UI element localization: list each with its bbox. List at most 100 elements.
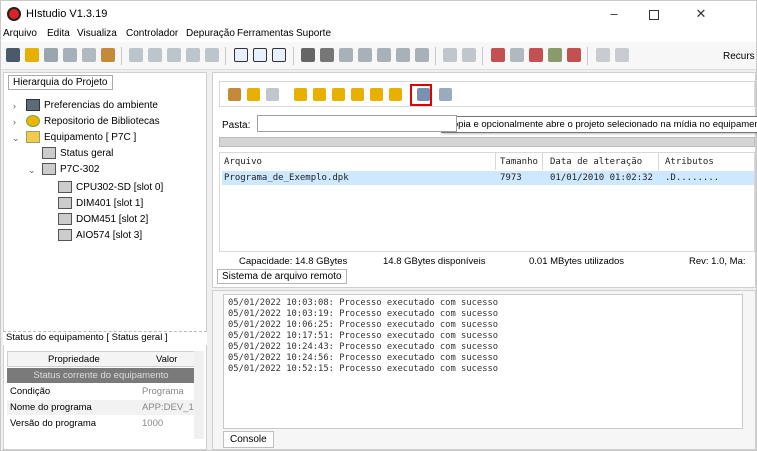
menu-controlador[interactable]: Controlador	[126, 28, 178, 39]
save-all-icon[interactable]	[63, 48, 77, 62]
chart-icon[interactable]	[548, 48, 562, 62]
table-row[interactable]: Programa_de_Exemplo.dpk 7973 01/01/2010 …	[222, 171, 754, 185]
tree-item-repositorio[interactable]: Repositorio de Bibliotecas	[44, 116, 160, 127]
new-file-icon[interactable]	[6, 48, 20, 62]
send-project-icon[interactable]	[439, 88, 452, 101]
menu-ferramentas[interactable]: Ferramentas	[237, 28, 294, 39]
device-icon	[26, 131, 40, 143]
debug-icon[interactable]	[443, 48, 457, 62]
connect-icon[interactable]	[129, 48, 143, 62]
toolbar-separator	[482, 47, 483, 65]
monitor-icon[interactable]	[358, 48, 372, 62]
upload-folder-icon[interactable]	[313, 88, 326, 101]
menu-edita[interactable]: Edita	[47, 28, 70, 39]
column-header-propriedade[interactable]: Propriedade	[48, 354, 100, 365]
download-folder-icon[interactable]	[332, 88, 345, 101]
compile-icon[interactable]	[101, 48, 115, 62]
watch-icon[interactable]	[396, 48, 410, 62]
open-file-icon[interactable]	[266, 88, 279, 101]
step-icon[interactable]	[462, 48, 476, 62]
tree-item-dim401[interactable]: DIM401 [slot 1]	[76, 198, 143, 209]
capacity-bar: Capacidade: 14.8 GBytes 14.8 GBytes disp…	[219, 256, 755, 270]
layout-icon[interactable]	[529, 48, 543, 62]
menu-bar: Arquivo Edita Visualiza Controlador Depu…	[1, 27, 756, 42]
run-icon[interactable]	[301, 48, 315, 62]
property-key: Versão do programa	[10, 418, 97, 429]
menu-visualiza[interactable]: Visualiza	[77, 28, 117, 39]
breakpoint-icon[interactable]	[491, 48, 505, 62]
save-icon[interactable]	[44, 48, 58, 62]
property-row[interactable]: Nome do programa APP:DEV_1	[7, 400, 195, 415]
tree-item-aio574[interactable]: AIO574 [slot 3]	[76, 230, 142, 241]
property-value: 1000	[142, 418, 164, 429]
project-hierarchy-tab[interactable]: Hierarquia do Projeto	[8, 75, 113, 90]
view-split-icon[interactable]	[253, 48, 267, 62]
close-button[interactable]: ✕	[681, 1, 721, 27]
print-icon[interactable]	[82, 48, 96, 62]
column-divider[interactable]	[658, 153, 659, 170]
title-bar: HIstudio V1.3.19 – ✕	[1, 1, 756, 27]
sync-icon[interactable]	[186, 48, 200, 62]
console-output[interactable]: 05/01/2022 10:03:08: Processo executado …	[223, 294, 743, 429]
tree-item-dom451[interactable]: DOM451 [slot 2]	[76, 214, 148, 225]
property-row[interactable]: Condição Programa	[7, 384, 195, 399]
tooltip: Copia e opcionalmente abre o projeto sel…	[441, 116, 757, 133]
refresh-folder-icon[interactable]	[389, 88, 402, 101]
new-folder-icon[interactable]	[247, 88, 260, 101]
bus-icon[interactable]	[567, 48, 581, 62]
copy-folder-icon[interactable]	[370, 88, 383, 101]
tree-item-preferencias[interactable]: Preferencias do ambiente	[44, 100, 158, 111]
column-divider[interactable]	[495, 153, 496, 170]
used-text: 0.01 MBytes utilizados	[529, 256, 625, 267]
app-logo-icon	[7, 7, 21, 21]
console-scrollbar[interactable]	[733, 297, 743, 427]
network-icon[interactable]	[205, 48, 219, 62]
file-name: Programa_de_Exemplo.dpk	[224, 173, 349, 183]
recursos-button[interactable]: Recurs	[723, 51, 755, 62]
column-header-atributos[interactable]: Atributos	[665, 157, 714, 167]
chevron-right-icon[interactable]: ›	[13, 101, 16, 111]
window-icon[interactable]	[510, 48, 524, 62]
upload-icon[interactable]	[167, 48, 181, 62]
back-icon[interactable]	[596, 48, 610, 62]
download-icon[interactable]	[148, 48, 162, 62]
console-line: 05/01/2022 10:24:43: Processo executado …	[228, 342, 499, 352]
delete-folder-icon[interactable]	[294, 88, 307, 101]
tree-item-p7c-302[interactable]: P7C-302	[60, 164, 99, 175]
forward-icon[interactable]	[615, 48, 629, 62]
tree-item-cpu302[interactable]: CPU302-SD [slot 0]	[76, 182, 163, 193]
trace-icon[interactable]	[415, 48, 429, 62]
menu-suporte[interactable]: Suporte	[296, 28, 331, 39]
pasta-input[interactable]	[257, 115, 457, 132]
open-folder-icon[interactable]	[25, 48, 39, 62]
force-icon[interactable]	[377, 48, 391, 62]
chevron-down-icon[interactable]: ⌄	[28, 165, 36, 176]
compile-file-icon[interactable]	[228, 88, 241, 101]
chevron-right-icon[interactable]: ›	[13, 117, 16, 127]
property-row[interactable]: Versão do programa 1000	[7, 416, 195, 431]
menu-arquivo[interactable]: Arquivo	[3, 28, 37, 39]
console-line: 05/01/2022 10:24:56: Processo executado …	[228, 353, 499, 363]
tab-remote-filesystem[interactable]: Sistema de arquivo remoto	[217, 269, 347, 284]
chevron-down-icon[interactable]: ⌄	[12, 133, 20, 144]
view-project-icon[interactable]	[234, 48, 248, 62]
maximize-button[interactable]	[634, 1, 674, 27]
rename-folder-icon[interactable]	[351, 88, 364, 101]
column-header-arquivo[interactable]: Arquivo	[224, 157, 262, 167]
console-line: 05/01/2022 10:17:51: Processo executado …	[228, 331, 499, 341]
filter-icon[interactable]	[339, 48, 353, 62]
property-group-row: Status corrente do equipamento	[7, 368, 195, 383]
tab-console[interactable]: Console	[223, 431, 274, 448]
view-io-icon[interactable]	[272, 48, 286, 62]
column-divider[interactable]	[542, 153, 543, 170]
stop-icon[interactable]	[320, 48, 334, 62]
tree-item-status-geral[interactable]: Status geral	[60, 148, 113, 159]
column-header-tamanho[interactable]: Tamanho	[500, 157, 538, 167]
tree-item-equipamento[interactable]: Equipamento [ P7C ]	[44, 132, 136, 143]
file-attributes: .D........	[665, 173, 720, 183]
column-header-data[interactable]: Data de alteração	[550, 157, 642, 167]
menu-depuracao[interactable]: Depuração	[186, 28, 235, 39]
minimize-button[interactable]: –	[594, 1, 634, 27]
column-header-valor[interactable]: Valor	[156, 354, 177, 365]
status-scrollbar[interactable]	[194, 351, 204, 439]
